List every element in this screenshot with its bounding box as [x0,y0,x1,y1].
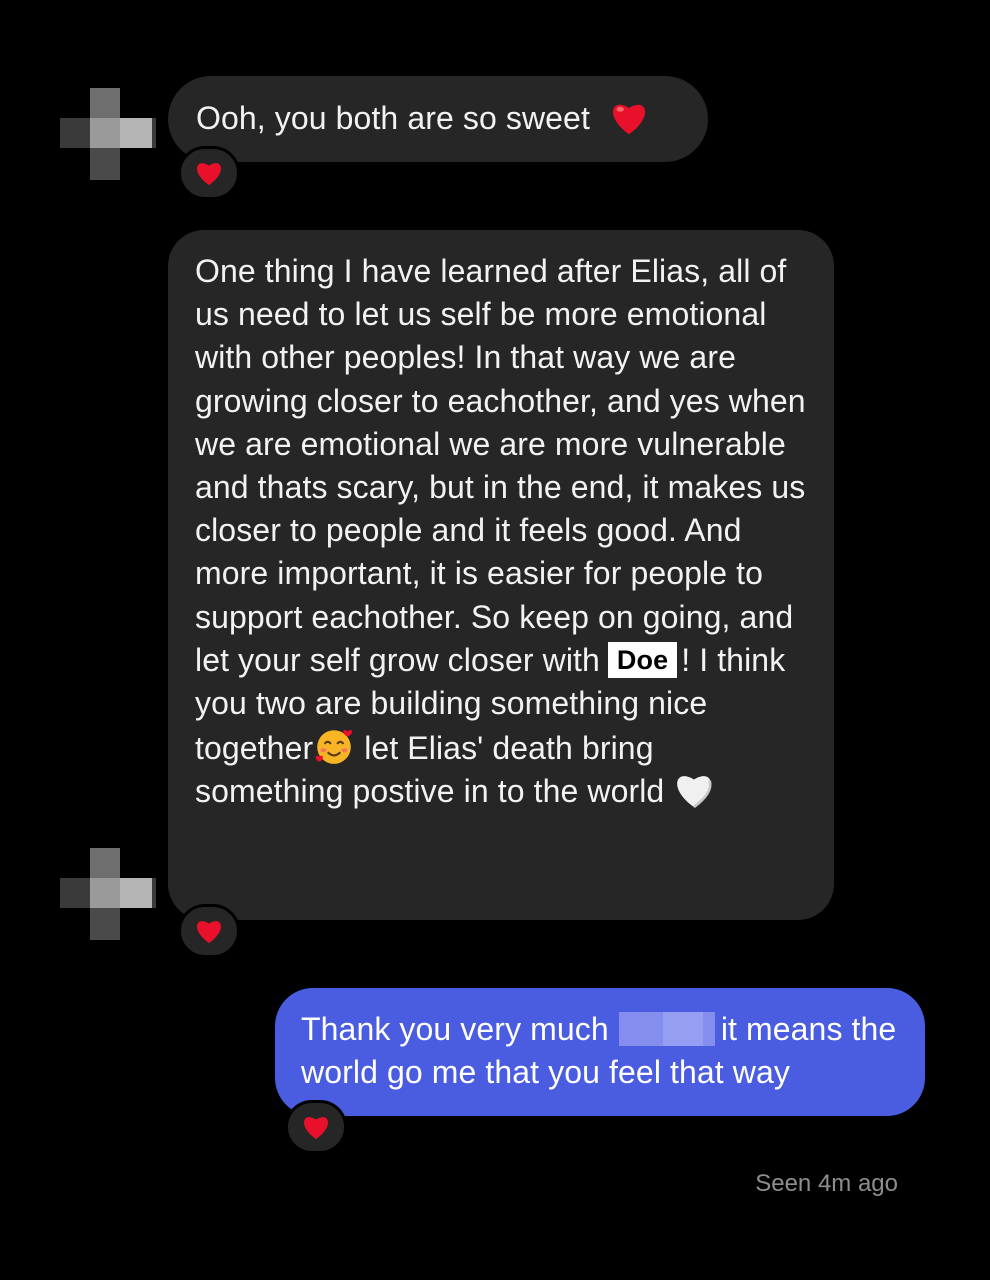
incoming-message-bubble[interactable]: Ooh, you both are so sweet [168,76,708,162]
reaction-red-heart[interactable] [178,146,240,200]
red-heart-icon [609,99,649,137]
incoming-message-bubble[interactable]: One thing I have learned after Elias, al… [168,230,834,920]
red-heart-icon [301,1113,331,1141]
redacted-name-blur [618,1012,715,1046]
contact-avatar[interactable] [60,848,156,940]
message-text: One thing I have learned after Elias, al… [195,253,806,678]
redacted-name-label: Doe [607,641,678,678]
message-text: Ooh, you both are so sweet [196,100,590,136]
seen-status: Seen 4m ago [755,1170,898,1197]
red-heart-icon [194,159,224,187]
contact-avatar[interactable] [60,88,156,180]
reaction-red-heart[interactable] [285,1100,347,1154]
reaction-red-heart[interactable] [178,904,240,958]
white-heart-icon [673,770,715,810]
outgoing-message-bubble[interactable]: Thank you very much it means the world go… [275,988,925,1116]
red-heart-icon [194,917,224,945]
message-text: Thank you very much [301,1011,609,1047]
smiling-face-with-hearts-icon [313,725,355,767]
